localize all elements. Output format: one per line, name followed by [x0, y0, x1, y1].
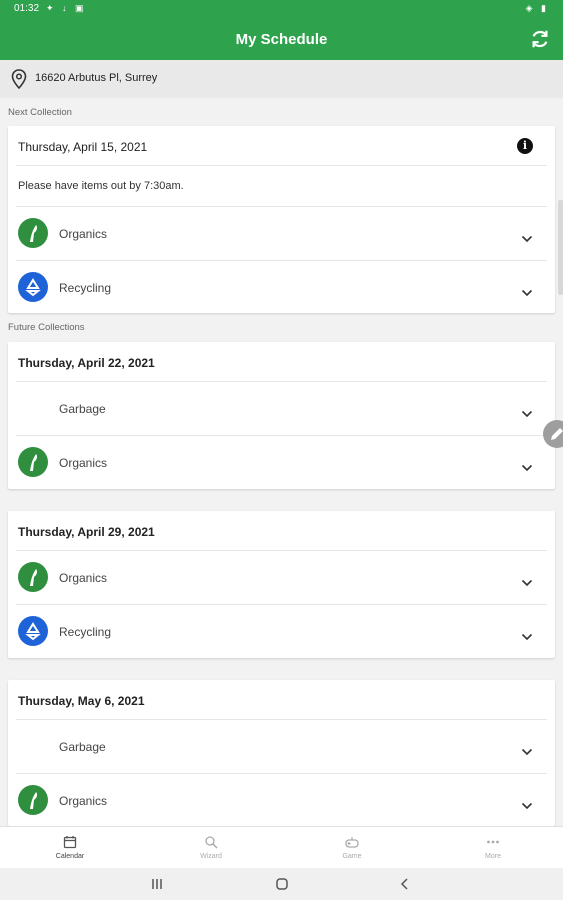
collection-item-organics[interactable]: Organics: [8, 207, 555, 260]
address-bar[interactable]: 16620 Arbutus Pl, Surrey: [0, 60, 563, 98]
collection-item-recycling[interactable]: Recycling: [8, 605, 555, 658]
info-icon[interactable]: i: [517, 138, 533, 154]
home-icon[interactable]: [274, 877, 290, 891]
nav-item-wizard[interactable]: Wizard: [141, 827, 281, 869]
organics-icon: [18, 447, 48, 477]
nav-item-calendar[interactable]: Calendar: [0, 827, 140, 869]
chevron-down-icon[interactable]: [521, 797, 533, 810]
collection-item-garbage[interactable]: Garbage: [8, 382, 555, 435]
chevron-down-icon[interactable]: [521, 628, 533, 641]
app-bar: 01:32 ✦ ↓ ▣ ◈ ▮ My Schedule: [0, 0, 563, 60]
chevron-down-icon[interactable]: [521, 574, 533, 587]
nav-label: Wizard: [200, 853, 222, 860]
address-text: 16620 Arbutus Pl, Surrey: [35, 72, 158, 84]
location-pin-icon: [11, 69, 27, 90]
collection-note: Please have items out by 7:30am.: [18, 180, 184, 192]
future-collections-label: Future Collections: [8, 322, 85, 333]
collection-type-label: Recycling: [59, 281, 112, 295]
collection-item-recycling[interactable]: Recycling: [8, 261, 555, 313]
chevron-down-icon[interactable]: [521, 405, 533, 418]
next-collection-label: Next Collection: [8, 107, 72, 118]
chevron-down-icon[interactable]: [521, 743, 533, 756]
note-row: Please have items out by 7:30am.: [8, 166, 555, 206]
collection-date: Thursday, April 22, 2021: [18, 356, 155, 370]
edit-icon[interactable]: [543, 420, 563, 448]
recent-apps-icon[interactable]: [149, 877, 165, 891]
page-title: My Schedule: [235, 31, 328, 48]
collection-type-label: Organics: [59, 227, 108, 241]
collection-type-label: Garbage: [59, 740, 106, 754]
collection-type-label: Organics: [59, 794, 108, 808]
scrollbar[interactable]: [558, 200, 563, 295]
nav-item-game[interactable]: Game: [282, 827, 422, 869]
chevron-down-icon[interactable]: [521, 284, 533, 297]
more-icon: [486, 835, 500, 849]
future-collection-card: Thursday, April 22, 2021 Garbage Organic…: [8, 342, 555, 489]
collection-date: Thursday, April 29, 2021: [18, 525, 155, 539]
organics-icon: [18, 218, 48, 248]
next-collection-card: Thursday, April 15, 2021 i Please have i…: [8, 126, 555, 313]
collection-type-label: Organics: [59, 456, 108, 470]
collection-item-organics[interactable]: Organics: [8, 436, 555, 489]
chevron-down-icon[interactable]: [521, 459, 533, 472]
organics-icon: [18, 562, 48, 592]
collection-item-garbage[interactable]: Garbage: [8, 720, 555, 773]
recycling-icon: [18, 616, 48, 646]
collection-type-label: Garbage: [59, 402, 106, 416]
nav-label: More: [485, 853, 501, 860]
nav-label: Calendar: [55, 853, 85, 860]
status-notification-icons: ✦ ↓ ▣: [46, 3, 87, 13]
recycling-icon: [18, 272, 48, 302]
date-row: Thursday, April 15, 2021 i: [8, 126, 555, 166]
status-system-icons: ◈ ▮: [525, 3, 549, 13]
chevron-down-icon[interactable]: [521, 230, 533, 243]
collection-date: Thursday, May 6, 2021: [18, 694, 145, 708]
refresh-icon[interactable]: [529, 28, 551, 50]
collection-item-organics[interactable]: Organics: [8, 551, 555, 604]
organics-icon: [18, 785, 48, 815]
back-icon[interactable]: [397, 877, 413, 891]
search-icon: [204, 835, 218, 849]
collection-date: Thursday, April 15, 2021: [18, 140, 148, 154]
date-row: Thursday, April 22, 2021: [8, 342, 555, 382]
bottom-nav: Calendar Wizard Game More: [0, 826, 563, 868]
future-collection-card: Thursday, May 6, 2021 Garbage Organics: [8, 680, 555, 826]
collection-type-label: Organics: [59, 571, 108, 585]
nav-label: Game: [342, 853, 362, 860]
status-bar: 01:32 ✦ ↓ ▣ ◈ ▮: [0, 0, 563, 18]
collection-type-label: Recycling: [59, 625, 112, 639]
calendar-icon: [63, 835, 77, 849]
system-nav-bar: [0, 868, 563, 900]
status-time: 01:32: [14, 3, 40, 14]
collection-item-organics[interactable]: Organics: [8, 774, 555, 826]
date-row: Thursday, April 29, 2021: [8, 511, 555, 551]
nav-item-more[interactable]: More: [423, 827, 563, 869]
gamepad-icon: [345, 835, 359, 849]
future-collection-card: Thursday, April 29, 2021 Organics Recycl…: [8, 511, 555, 658]
date-row: Thursday, May 6, 2021: [8, 680, 555, 720]
